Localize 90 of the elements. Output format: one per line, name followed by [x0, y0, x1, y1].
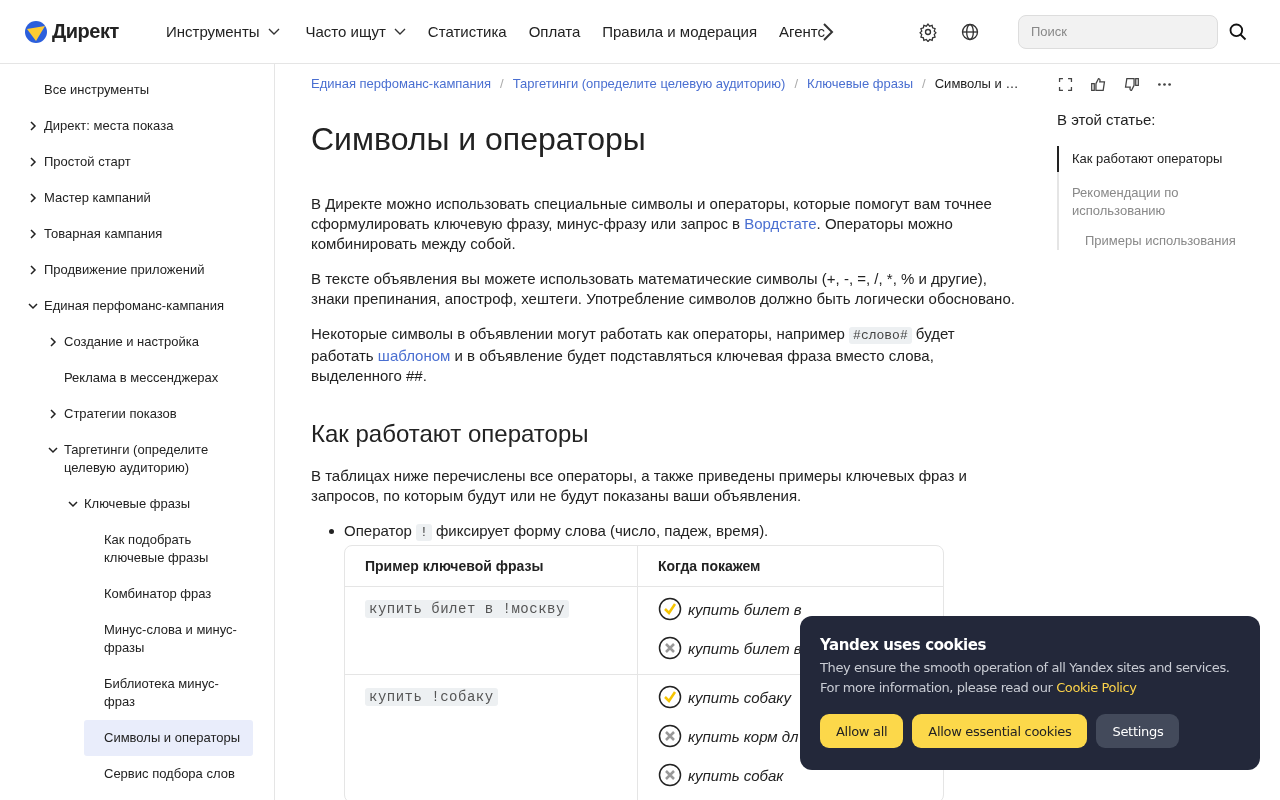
sidebar-item[interactable]: Стратегии показов — [64, 396, 253, 432]
search-icon[interactable] — [1228, 21, 1248, 42]
list-item-text: Оператор ! фиксирует форму слова (число, падеж, время). — [344, 521, 769, 543]
cookie-button[interactable]: Settings — [1096, 714, 1180, 748]
sidebar-item[interactable]: Сервис подбора слов — [104, 756, 253, 792]
sidebar-item[interactable]: Товарная кампания — [44, 216, 253, 252]
query-example: купить собак — [688, 766, 784, 784]
breadcrumb-link[interactable]: Ключевые фразы — [807, 76, 914, 91]
toc-link[interactable]: Рекомендации по использованию — [1057, 184, 1247, 220]
sidebar-item[interactable]: Реклама в мессенджерах — [64, 360, 253, 396]
bullet-icon — [329, 529, 334, 534]
sidebar-item[interactable]: Все инструменты — [44, 72, 253, 108]
thumbs-up-icon[interactable] — [1090, 76, 1107, 93]
query-example: купить билет в — [688, 600, 802, 618]
paragraph: В Директе можно использовать специальные символы и операторы, которые помогут вам точнее сформулировать ключевую фразу, минус-фразу или запрос в Вордстате. Операторы можно комбинировать между собой. — [311, 194, 993, 254]
nav-link[interactable]: Статистика — [427, 23, 507, 40]
breadcrumb-link[interactable]: Единая перфоманс-кампания — [311, 76, 492, 91]
search-field[interactable]: Поиск — [1018, 14, 1218, 49]
sidebar-item[interactable]: Единая перфоманс-кампания — [44, 288, 253, 324]
toc-link[interactable]: Как работают операторы — [1057, 146, 1247, 172]
cookie-button[interactable]: Allow all — [820, 714, 904, 748]
sidebar-item[interactable]: Продвижение приложений — [44, 252, 253, 288]
section-heading: Как работают операторы — [311, 420, 590, 448]
sidebar-label: Комбинатор фраз — [104, 586, 212, 601]
sidebar-label: Директ: места показа — [44, 118, 174, 133]
breadcrumb-separator: / — [500, 76, 504, 91]
inline-code: ! — [416, 524, 432, 541]
sidebar-label: Стратегии показов — [64, 406, 177, 421]
cookie-button[interactable]: Allow essential cookies — [912, 714, 1088, 748]
column-header: Когда покажем — [657, 557, 762, 576]
nav-link[interactable]: Инструменты — [166, 23, 280, 40]
nav-link[interactable]: Оплата — [528, 23, 581, 40]
sidebar-label: Единая перфоманс-кампания — [44, 298, 225, 313]
paragraph: В таблицах ниже перечислены все операторы, а также приведены примеры ключевых фраз и запросов, по которым будут или не будут показаны ваши объявления. — [311, 466, 968, 506]
caret-icon — [267, 27, 280, 36]
sidebar-item[interactable]: Символы и операторы — [84, 720, 253, 756]
cookie-title: Yandex uses cookies — [820, 636, 988, 654]
sidebar-item[interactable]: Комбинатор фраз — [104, 576, 253, 612]
query-example: купить собаку — [688, 688, 791, 706]
sidebar-label: Все инструменты — [44, 82, 149, 97]
sidebar-item[interactable]: Как подобрать ключевые фразы — [104, 522, 253, 576]
paragraph: Некоторые символы в объявлении могут работать как операторы, например #слово# будет работать шаблоном и в объявление будет подставляться ключевая фраза вместо слова, выделенного ##. — [311, 324, 956, 386]
sidebar-item[interactable]: Таргетинги (определите целевую аудиторию) — [64, 432, 253, 486]
sidebar-item[interactable]: Минус-слова и минус-фразы — [104, 612, 253, 666]
nav-link[interactable]: Агентс — [779, 23, 826, 40]
sidebar-label: Товарная кампания — [44, 226, 163, 241]
sidebar-item[interactable]: Простой старт — [44, 144, 253, 180]
fullscreen-icon[interactable] — [1057, 76, 1074, 93]
sidebar-label: Минус-слова и минус-фразы — [104, 622, 237, 655]
text-link[interactable]: шаблоном — [377, 347, 451, 364]
paragraph: В тексте объявления вы можете использовать математические символы (+, -, =, /, *, % и другие), знаки препинания, апостроф, хештеги. Употребление символов должно быть логически обосновано. — [311, 269, 1016, 309]
inline-code: #слово# — [849, 327, 912, 344]
cookie-text: They ensure the smooth operation of all Yandex sites and services. For more information, please read our Cookie Policy — [820, 659, 1231, 697]
column-header: Пример ключевой фразы — [345, 546, 638, 586]
sidebar-item[interactable]: Ключевые фразы — [84, 486, 253, 522]
logo-icon — [24, 19, 48, 44]
text-link[interactable]: Вордстате — [744, 215, 817, 232]
globe-icon[interactable] — [960, 21, 980, 42]
sidebar-label: Библиотека минус-фраз — [104, 676, 219, 709]
toc-title: В этой статье: — [1057, 111, 1157, 128]
sidebar-item[interactable]: Директ: места показа — [44, 108, 253, 144]
settings-icon[interactable] — [918, 21, 938, 42]
sidebar-label: Создание и настройка — [64, 334, 199, 349]
phrase-code: купить !собаку — [365, 688, 498, 706]
caret-icon — [393, 27, 406, 36]
nav-link[interactable]: Правила и модерация — [602, 23, 758, 40]
sidebar-item[interactable]: Мастер кампаний — [44, 180, 253, 216]
sidebar-label: Продвижение приложений — [44, 262, 205, 277]
thumbs-down-icon[interactable] — [1123, 76, 1140, 93]
sidebar-item[interactable]: Создание и настройка — [64, 324, 253, 360]
logo-text[interactable]: Директ — [52, 20, 119, 43]
toc-link[interactable]: Примеры использования — [1057, 232, 1247, 250]
sidebar-label: Мастер кампаний — [44, 190, 151, 205]
query-example: купить корм дл — [688, 727, 799, 745]
breadcrumb-link[interactable]: Таргетинги (определите целевую аудиторию) — [512, 76, 786, 91]
sidebar-label: Таргетинги (определите целевую аудиторию) — [64, 442, 209, 475]
sidebar-item[interactable]: Библиотека минус-фраз — [104, 666, 253, 720]
page-title: Символы и операторы — [311, 121, 647, 158]
breadcrumb-separator: / — [794, 76, 799, 91]
breadcrumb-separator: / — [922, 76, 926, 91]
phrase-code: купить билет в !москву — [365, 600, 569, 618]
sidebar-label: Сервис подбора слов — [104, 766, 235, 781]
breadcrumb-current: Символы и … — [934, 76, 1019, 91]
sidebar-label: Простой старт — [44, 154, 131, 169]
sidebar-label: Символы и операторы — [104, 730, 240, 745]
sidebar-label: Реклама в мессенджерах — [64, 370, 219, 385]
sidebar-label: Ключевые фразы — [84, 496, 191, 511]
cookie-policy-link[interactable]: Cookie Policy — [1056, 680, 1137, 695]
sidebar-label: Как подобрать ключевые фразы — [104, 532, 209, 565]
nav-link[interactable]: Часто ищут — [305, 23, 406, 40]
